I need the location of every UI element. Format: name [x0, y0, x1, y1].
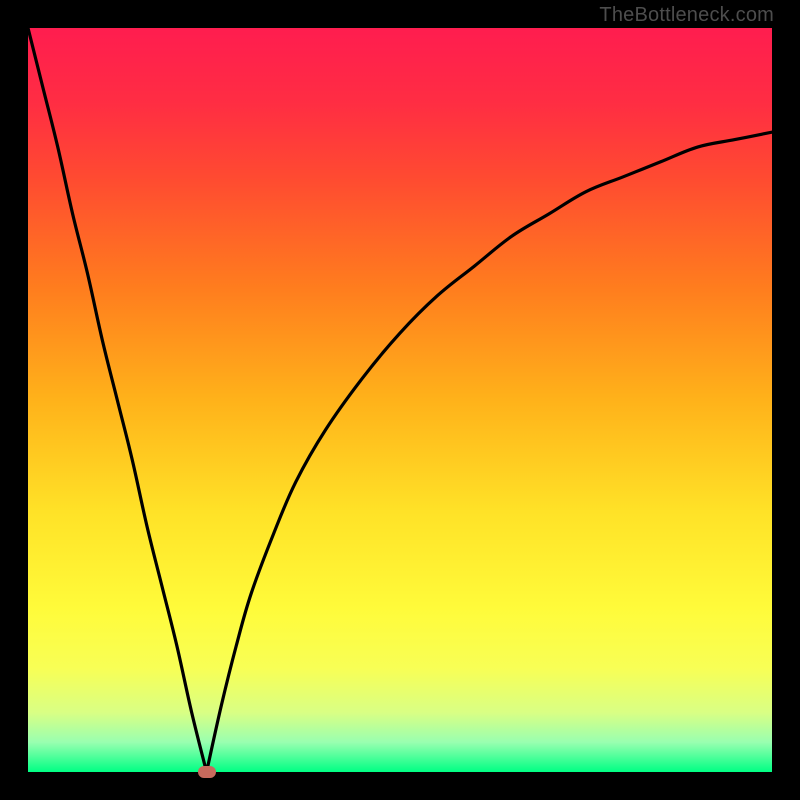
- minimum-marker: [198, 766, 216, 778]
- watermark-text: TheBottleneck.com: [599, 4, 774, 27]
- curve-right-branch: [207, 132, 772, 772]
- chart-plot-area: [28, 28, 772, 772]
- curve-layer: [28, 28, 772, 772]
- curve-left-branch: [28, 28, 207, 772]
